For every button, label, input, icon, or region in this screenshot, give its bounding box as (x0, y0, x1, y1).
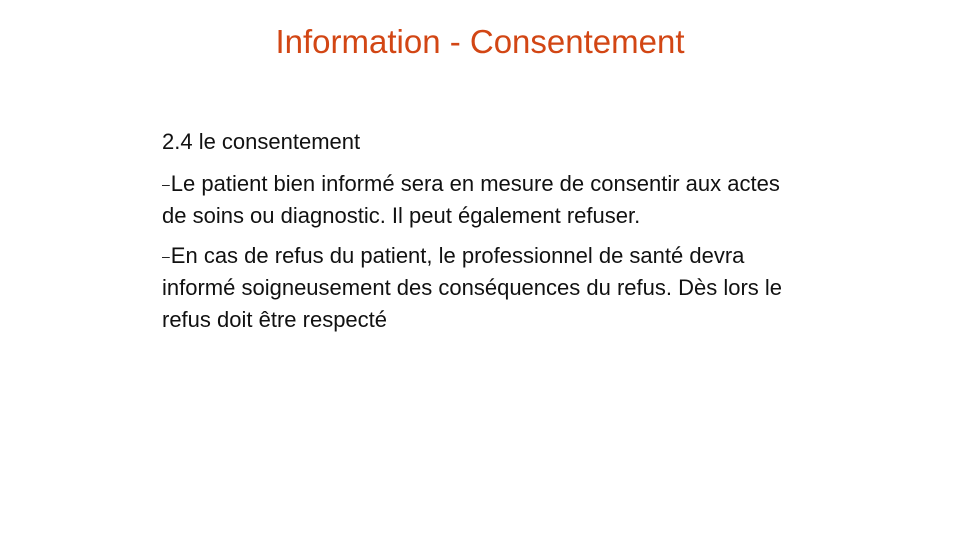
dash-bullet-icon: – (162, 176, 170, 192)
slide-title: Information - Consentement (275, 23, 685, 60)
section-heading: 2.4 le consentement (162, 129, 361, 154)
dash-bullet-icon: – (162, 248, 170, 264)
bullet-text: En cas de refus du patient, le professio… (162, 243, 783, 332)
bullet-item: –Le patient bien informé sera en mesure … (162, 168, 802, 232)
slide-body: 2.4 le consentement –Le patient bien inf… (162, 126, 802, 344)
slide: Information - Consentement 2.4 le consen… (0, 0, 960, 540)
bullet-text: Le patient bien informé sera en mesure d… (162, 171, 780, 228)
bullet-item: –En cas de refus du patient, le professi… (162, 240, 802, 336)
